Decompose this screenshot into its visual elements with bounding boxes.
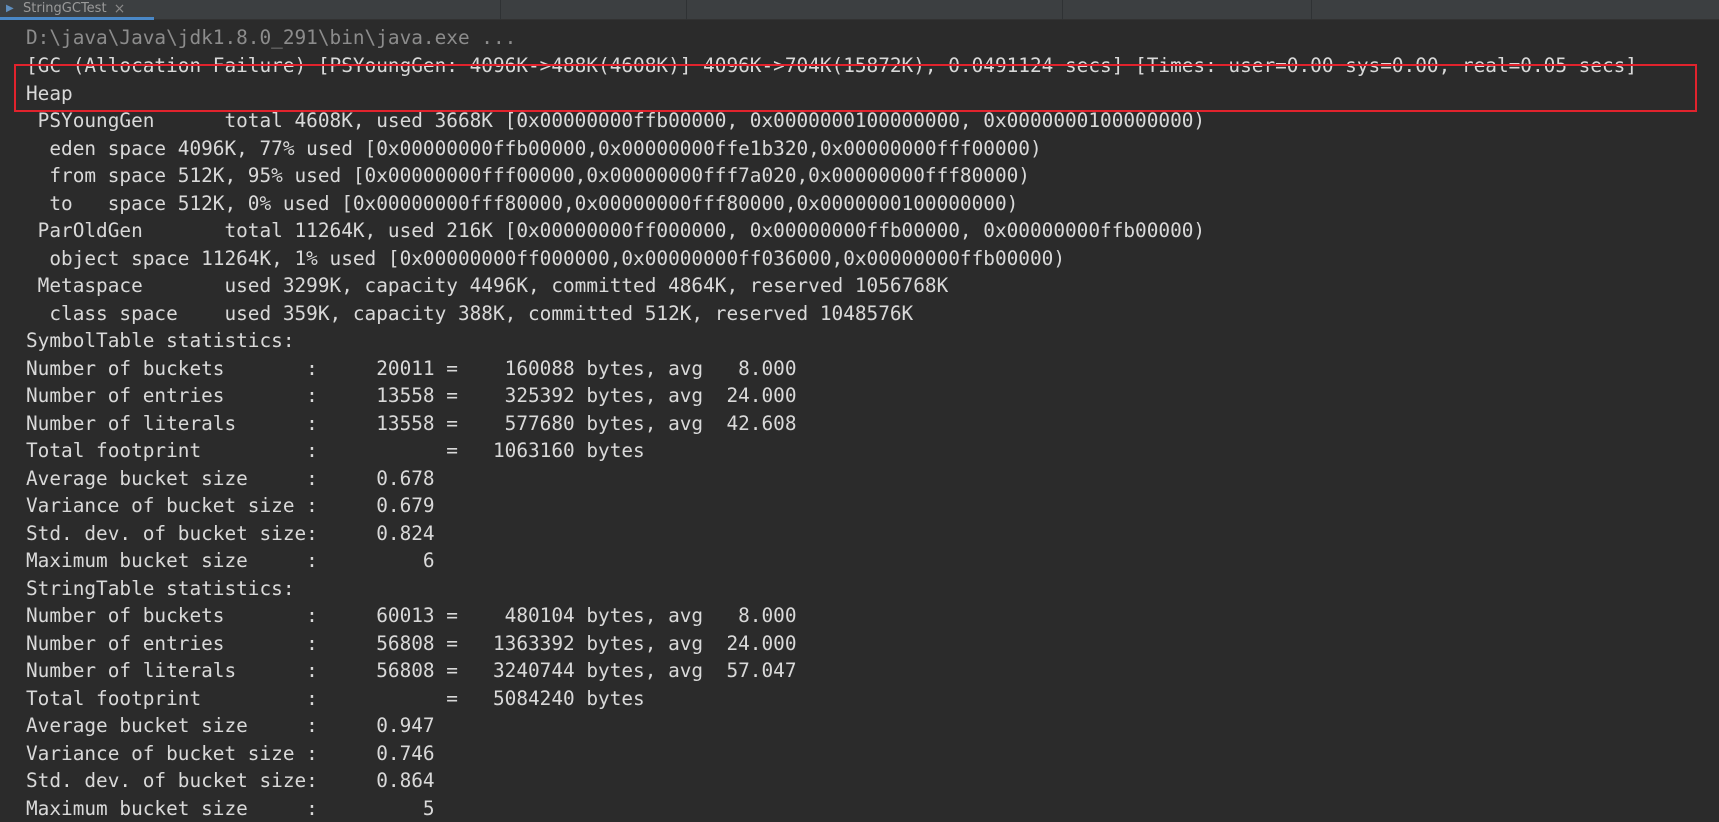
- console-line: PSYoungGen total 4608K, used 3668K [0x00…: [26, 109, 1206, 132]
- console-line: Number of buckets : 20011 = 160088 bytes…: [26, 356, 797, 380]
- console-line: Variance of bucket size : 0.746: [26, 741, 435, 765]
- console-line: Std. dev. of bucket size: 0.824: [26, 521, 435, 545]
- console-line: Number of literals : 13558 = 577680 byte…: [26, 411, 797, 435]
- run-tab-bar: ▶ StringGCTest ×: [0, 0, 1719, 20]
- console-line: Number of entries : 13558 = 325392 bytes…: [26, 384, 797, 407]
- console-line: Number of literals : 56808 = 3240744 byt…: [26, 659, 797, 682]
- console-line: Number of buckets : 60013 = 480104 bytes…: [26, 604, 797, 627]
- console-line: Maximum bucket size : 5: [26, 796, 435, 820]
- tab-divider: [1311, 0, 1312, 20]
- console-line: class space used 359K, capacity 388K, co…: [26, 301, 914, 325]
- tab-stringgctest[interactable]: ▶ StringGCTest ×: [0, 0, 154, 20]
- tab-label: StringGCTest: [23, 1, 107, 16]
- console-line: from space 512K, 95% used [0x00000000fff…: [26, 164, 1030, 187]
- console-line: Average bucket size : 0.678: [26, 466, 435, 490]
- console-line: object space 11264K, 1% used [0x00000000…: [26, 246, 1065, 270]
- console-line: [GC (Allocation Failure) [PSYoungGen: 40…: [26, 54, 1638, 77]
- console-line: Heap: [26, 81, 73, 105]
- close-icon[interactable]: ×: [114, 2, 126, 16]
- tab-divider: [1062, 0, 1063, 20]
- console-line: Metaspace used 3299K, capacity 4496K, co…: [26, 274, 949, 297]
- console-line: Number of entries : 56808 = 1363392 byte…: [26, 631, 797, 655]
- run-console-icon: ▶: [6, 3, 14, 14]
- console-line: Average bucket size : 0.947: [26, 714, 435, 737]
- console-line: Maximum bucket size : 6: [26, 549, 435, 572]
- console-line: Std. dev. of bucket size: 0.864: [26, 769, 435, 792]
- console-line: Variance of bucket size : 0.679: [26, 494, 435, 517]
- console-line: SymbolTable statistics:: [26, 329, 295, 352]
- console-line: eden space 4096K, 77% used [0x00000000ff…: [26, 136, 1042, 160]
- command-line: D:\java\Java\jdk1.8.0_291\bin\java.exe .…: [26, 26, 517, 49]
- console-line: Total footprint : = 5084240 bytes: [26, 686, 645, 710]
- console-line: StringTable statistics:: [26, 576, 295, 600]
- tab-divider: [686, 0, 687, 20]
- console-line: Total footprint : = 1063160 bytes: [26, 439, 645, 462]
- console-line: ParOldGen total 11264K, used 216K [0x000…: [26, 219, 1206, 242]
- tab-divider: [500, 0, 501, 20]
- console-output[interactable]: D:\java\Java\jdk1.8.0_291\bin\java.exe .…: [0, 20, 1719, 820]
- console-line: to space 512K, 0% used [0x00000000fff800…: [26, 191, 1019, 215]
